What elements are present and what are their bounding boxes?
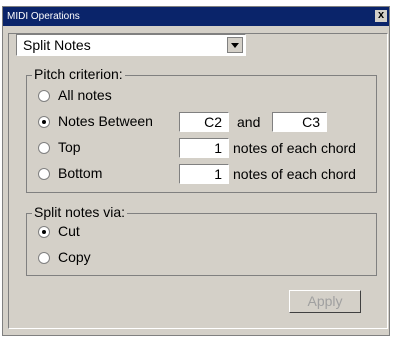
radio-notes-between-label: Notes Between	[58, 113, 153, 129]
operation-dropdown-value: Split Notes	[23, 37, 91, 53]
radio-all-notes-label: All notes	[58, 87, 112, 103]
radio-top-label: Top	[58, 139, 81, 155]
radio-top[interactable]	[38, 142, 50, 154]
bottom-per-chord-label: notes of each chord	[233, 166, 356, 182]
radio-all-notes[interactable]	[38, 90, 50, 102]
radio-copy[interactable]	[38, 252, 50, 264]
window-title: MIDI Operations	[7, 11, 80, 22]
between-high-field[interactable]: C3	[272, 112, 327, 132]
title-bar: MIDI Operations x	[3, 7, 389, 26]
split-via-label: Split notes via:	[32, 204, 128, 220]
apply-button[interactable]: Apply	[289, 290, 361, 313]
bottom-count-field[interactable]: 1	[179, 164, 229, 184]
radio-cut-label: Cut	[58, 223, 80, 239]
radio-notes-between[interactable]	[38, 116, 50, 128]
radio-bottom[interactable]	[38, 168, 50, 180]
chevron-down-icon[interactable]	[227, 37, 243, 53]
pitch-criterion-label: Pitch criterion:	[32, 66, 125, 82]
top-count-field[interactable]: 1	[179, 138, 229, 158]
and-label: and	[237, 114, 261, 130]
close-icon[interactable]: x	[375, 10, 387, 22]
between-low-field[interactable]: C2	[179, 112, 229, 132]
radio-copy-label: Copy	[58, 249, 91, 265]
radio-cut[interactable]	[38, 226, 50, 238]
operation-dropdown[interactable]: Split Notes	[16, 34, 246, 56]
top-per-chord-label: notes of each chord	[233, 140, 356, 156]
radio-bottom-label: Bottom	[58, 165, 103, 181]
